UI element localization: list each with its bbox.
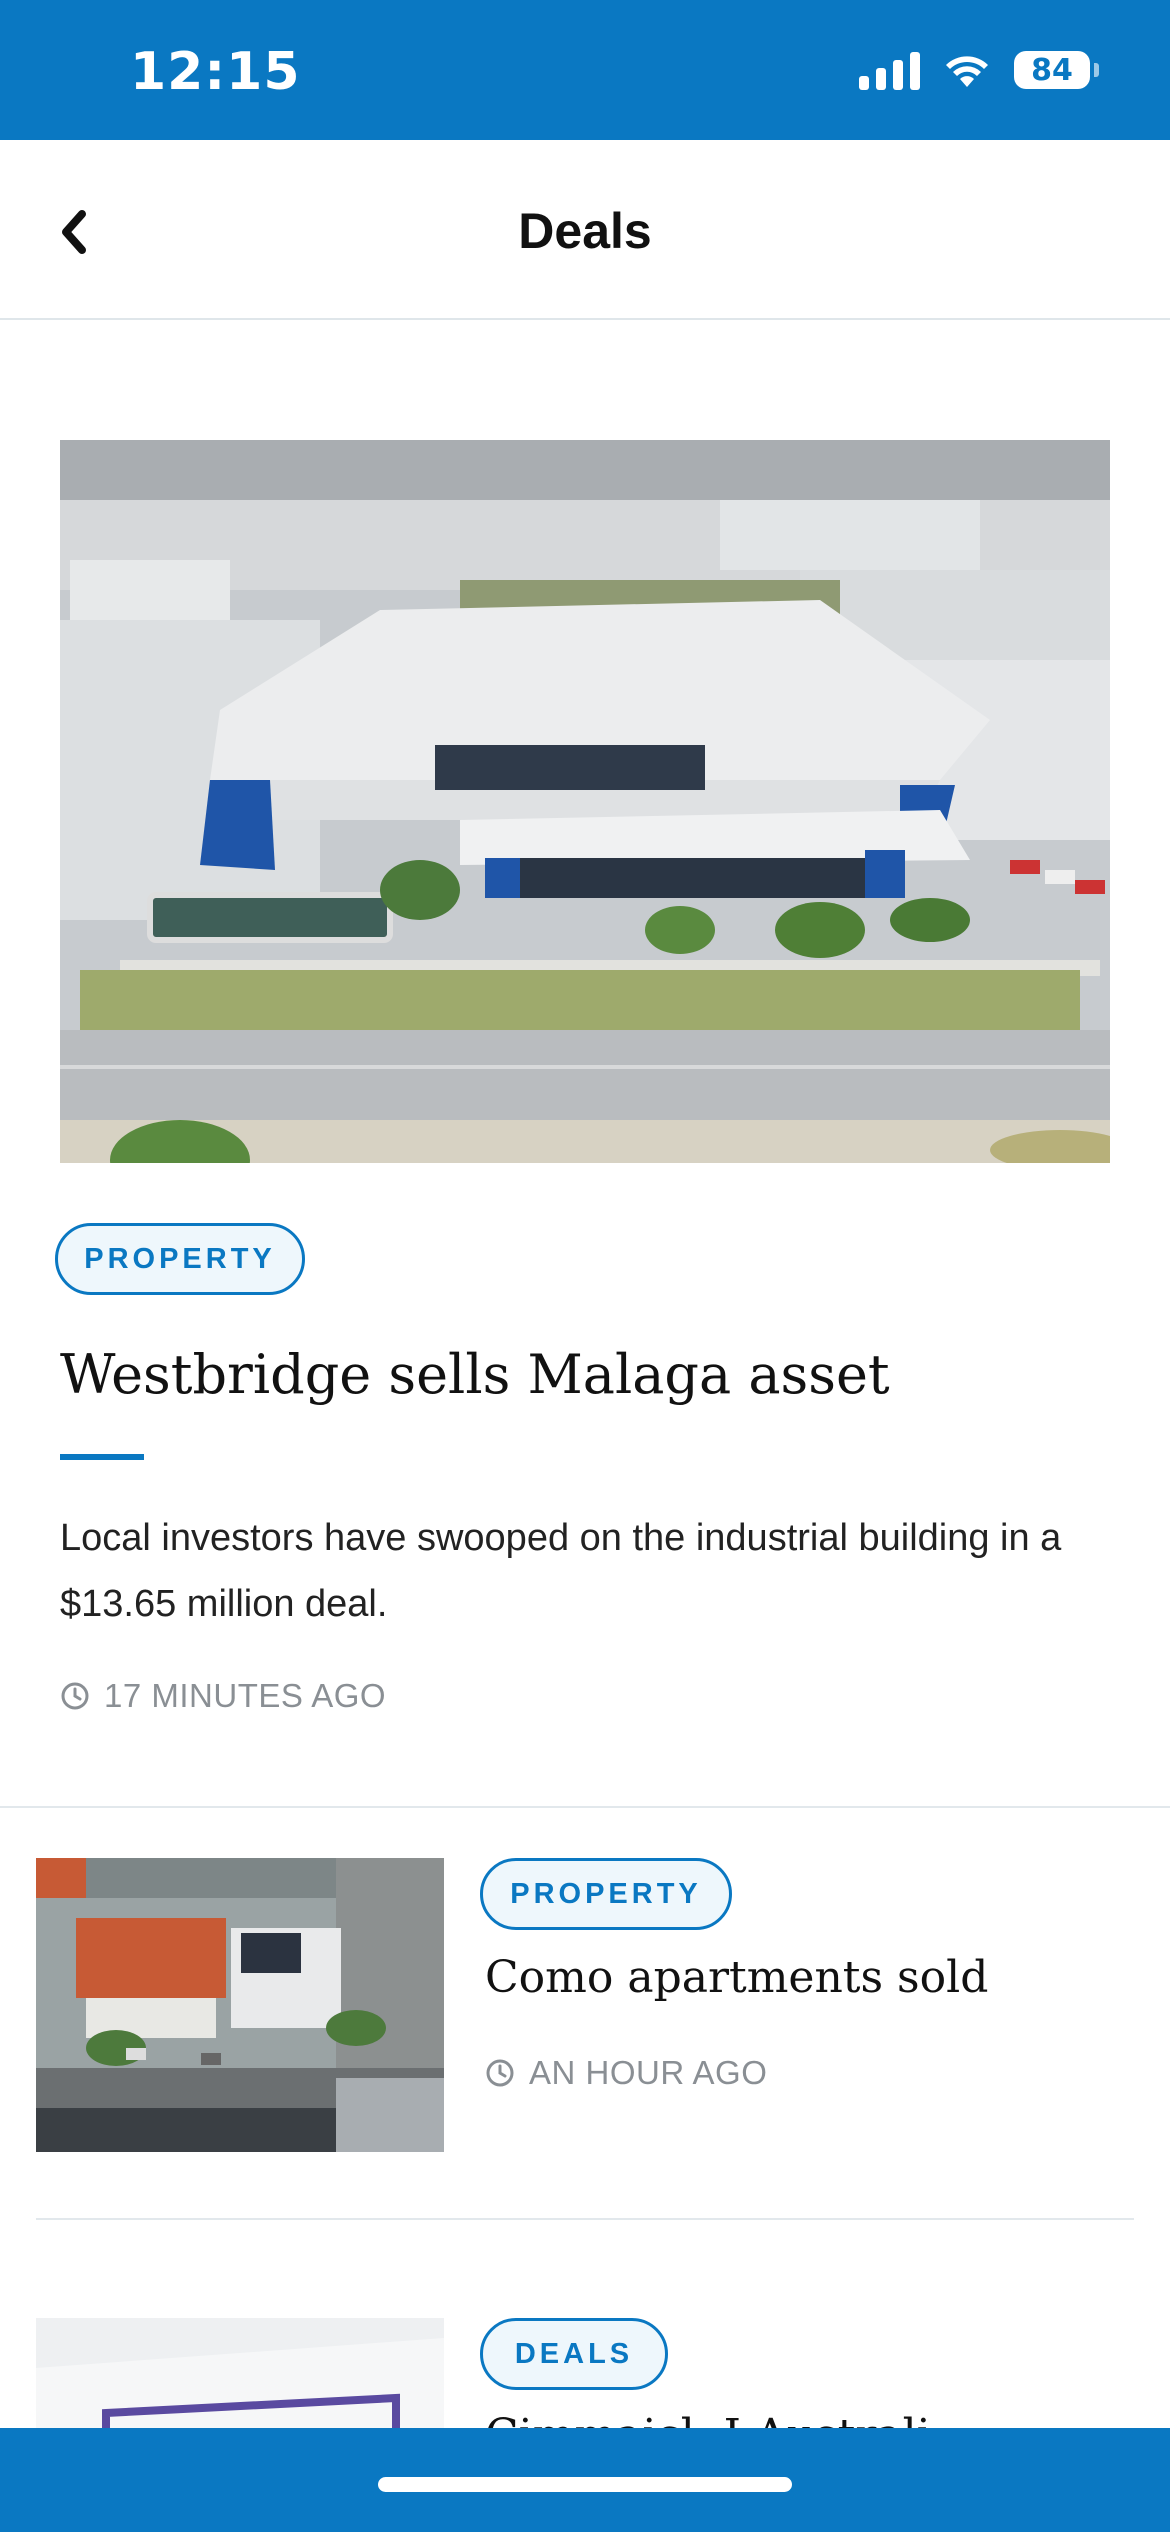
featured-article-summary: Local investors have swooped on the indu… bbox=[60, 1517, 1062, 1625]
article-timestamp: AN HOUR AGO bbox=[485, 2054, 767, 2092]
article-thumbnail[interactable] bbox=[36, 1858, 444, 2152]
section-divider bbox=[0, 1806, 1170, 1808]
battery-icon: 84 bbox=[1014, 51, 1099, 89]
signal-icon bbox=[859, 50, 920, 90]
page-title: Deals bbox=[518, 203, 652, 259]
nav-bar: Deals bbox=[0, 140, 1170, 320]
article-time-text: AN HOUR AGO bbox=[529, 2054, 768, 2091]
home-indicator[interactable] bbox=[378, 2477, 792, 2492]
featured-article-image[interactable] bbox=[60, 440, 1110, 1163]
status-icons: 84 bbox=[859, 50, 1099, 90]
clock-icon bbox=[486, 2059, 514, 2087]
featured-category-tag[interactable]: PROPERTY bbox=[55, 1223, 305, 1295]
article-category-tag[interactable]: DEALS bbox=[480, 2318, 668, 2390]
clock-icon bbox=[61, 1682, 89, 1710]
status-bar: 12:15 84 bbox=[0, 0, 1170, 140]
featured-timestamp: 17 MINUTES AGO bbox=[60, 1677, 386, 1715]
featured-time-text: 17 MINUTES AGO bbox=[104, 1677, 387, 1714]
article-category-tag[interactable]: PROPERTY bbox=[480, 1858, 732, 1930]
status-time: 12:15 bbox=[130, 42, 301, 102]
title-accent-line bbox=[60, 1454, 144, 1460]
list-divider bbox=[36, 2218, 1134, 2220]
featured-article-title[interactable]: Westbridge sells Malaga asset bbox=[60, 1340, 890, 1410]
wifi-icon bbox=[942, 51, 992, 89]
article-title[interactable]: Como apartments sold bbox=[485, 1952, 988, 2003]
